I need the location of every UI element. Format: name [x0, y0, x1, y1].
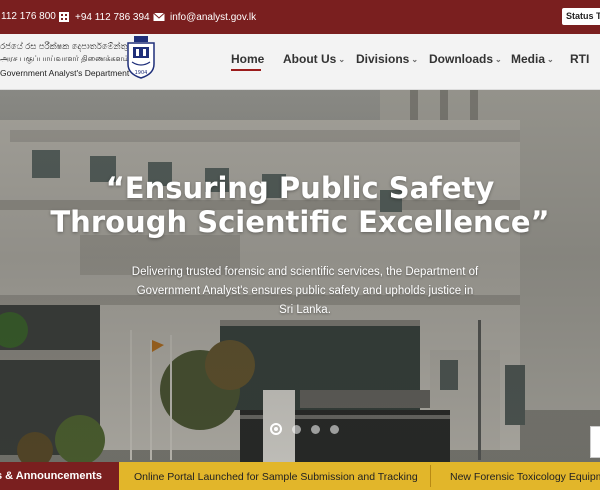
- fax-number[interactable]: +94 112 786 394: [75, 12, 150, 23]
- ticker-item[interactable]: New Forensic Toxicology Equipme: [450, 471, 600, 483]
- hero-title-line1: “Ensuring Public Safety: [105, 171, 495, 205]
- top-contact-bar: 112 176 800 +94 112 786 394 info@analyst…: [0, 0, 600, 34]
- ticker-label-text: s & Announcements: [0, 470, 102, 482]
- news-ticker: s & Announcements Online Portal Launched…: [0, 462, 600, 490]
- nav-about-label: About Us: [283, 52, 337, 66]
- hero-subtitle: Delivering trusted forensic and scientif…: [131, 266, 479, 316]
- nav-active-indicator: [231, 69, 261, 71]
- nav-rti[interactable]: RTI: [570, 52, 589, 66]
- slider-pagination: [270, 423, 339, 435]
- email-address[interactable]: info@analyst.gov.lk: [170, 12, 256, 23]
- nav-divisions-label: Divisions: [356, 52, 410, 66]
- nav-downloads[interactable]: Downloads ⌄: [429, 52, 502, 66]
- nav-home-label: Home: [231, 52, 265, 66]
- slider-dot-4[interactable]: [330, 424, 339, 434]
- chevron-down-icon: ⌄: [495, 54, 502, 64]
- brand-english: Government Analyst's Department: [0, 68, 130, 78]
- department-emblem-icon[interactable]: 1904: [125, 36, 157, 80]
- hero-title-line2: Through Scientific Excellence”: [50, 205, 550, 239]
- ticker-item[interactable]: Online Portal Launched for Sample Submis…: [134, 471, 418, 483]
- slider-dot-1[interactable]: [270, 423, 282, 435]
- nav-rti-label: RTI: [570, 52, 590, 66]
- emblem-year: 1904: [135, 70, 148, 76]
- nav-divisions[interactable]: Divisions ⌄: [356, 52, 418, 66]
- ticker-label: s & Announcements: [0, 462, 119, 490]
- page-footer-strip: [0, 490, 600, 500]
- chevron-down-icon: ⌄: [547, 54, 554, 64]
- fax-contact[interactable]: +94 112 786 394: [58, 11, 150, 23]
- brand-tamil: அரச பகுப்பாய்வாளர் திணைக்களம்: [0, 54, 130, 63]
- nav-media[interactable]: Media ⌄: [511, 52, 554, 66]
- email-contact[interactable]: info@analyst.gov.lk: [153, 11, 256, 23]
- side-floating-tab[interactable]: [590, 426, 600, 458]
- brand-sinhala: රජයේ රස පරීක්ෂක දෙපාර්තමේන්තුව: [0, 41, 134, 51]
- phone-contact[interactable]: 112 176 800: [1, 11, 56, 22]
- slider-dot-2[interactable]: [292, 424, 301, 434]
- email-icon: [153, 12, 165, 21]
- phone-number[interactable]: 112 176 800: [1, 11, 56, 22]
- nav-about-us[interactable]: About Us ⌄: [283, 52, 345, 66]
- slider-dot-3[interactable]: [311, 424, 320, 434]
- chevron-down-icon: ⌄: [411, 54, 419, 64]
- site-header: රජයේ රස පරීක්ෂක දෙපාර්තමේන්තුව அரச பகுப்…: [0, 34, 600, 90]
- ticker-divider: [430, 465, 431, 487]
- nav-media-label: Media: [511, 52, 546, 66]
- nav-downloads-label: Downloads: [429, 52, 494, 66]
- status-tracking-button[interactable]: Status Tr: [562, 8, 600, 25]
- chevron-down-icon: ⌄: [338, 54, 346, 64]
- hero-title: “Ensuring Public Safety Through Scientif…: [0, 171, 600, 239]
- hero-slider[interactable]: “Ensuring Public Safety Through Scientif…: [0, 90, 600, 462]
- fax-icon: [59, 12, 69, 22]
- nav-home[interactable]: Home: [231, 52, 264, 66]
